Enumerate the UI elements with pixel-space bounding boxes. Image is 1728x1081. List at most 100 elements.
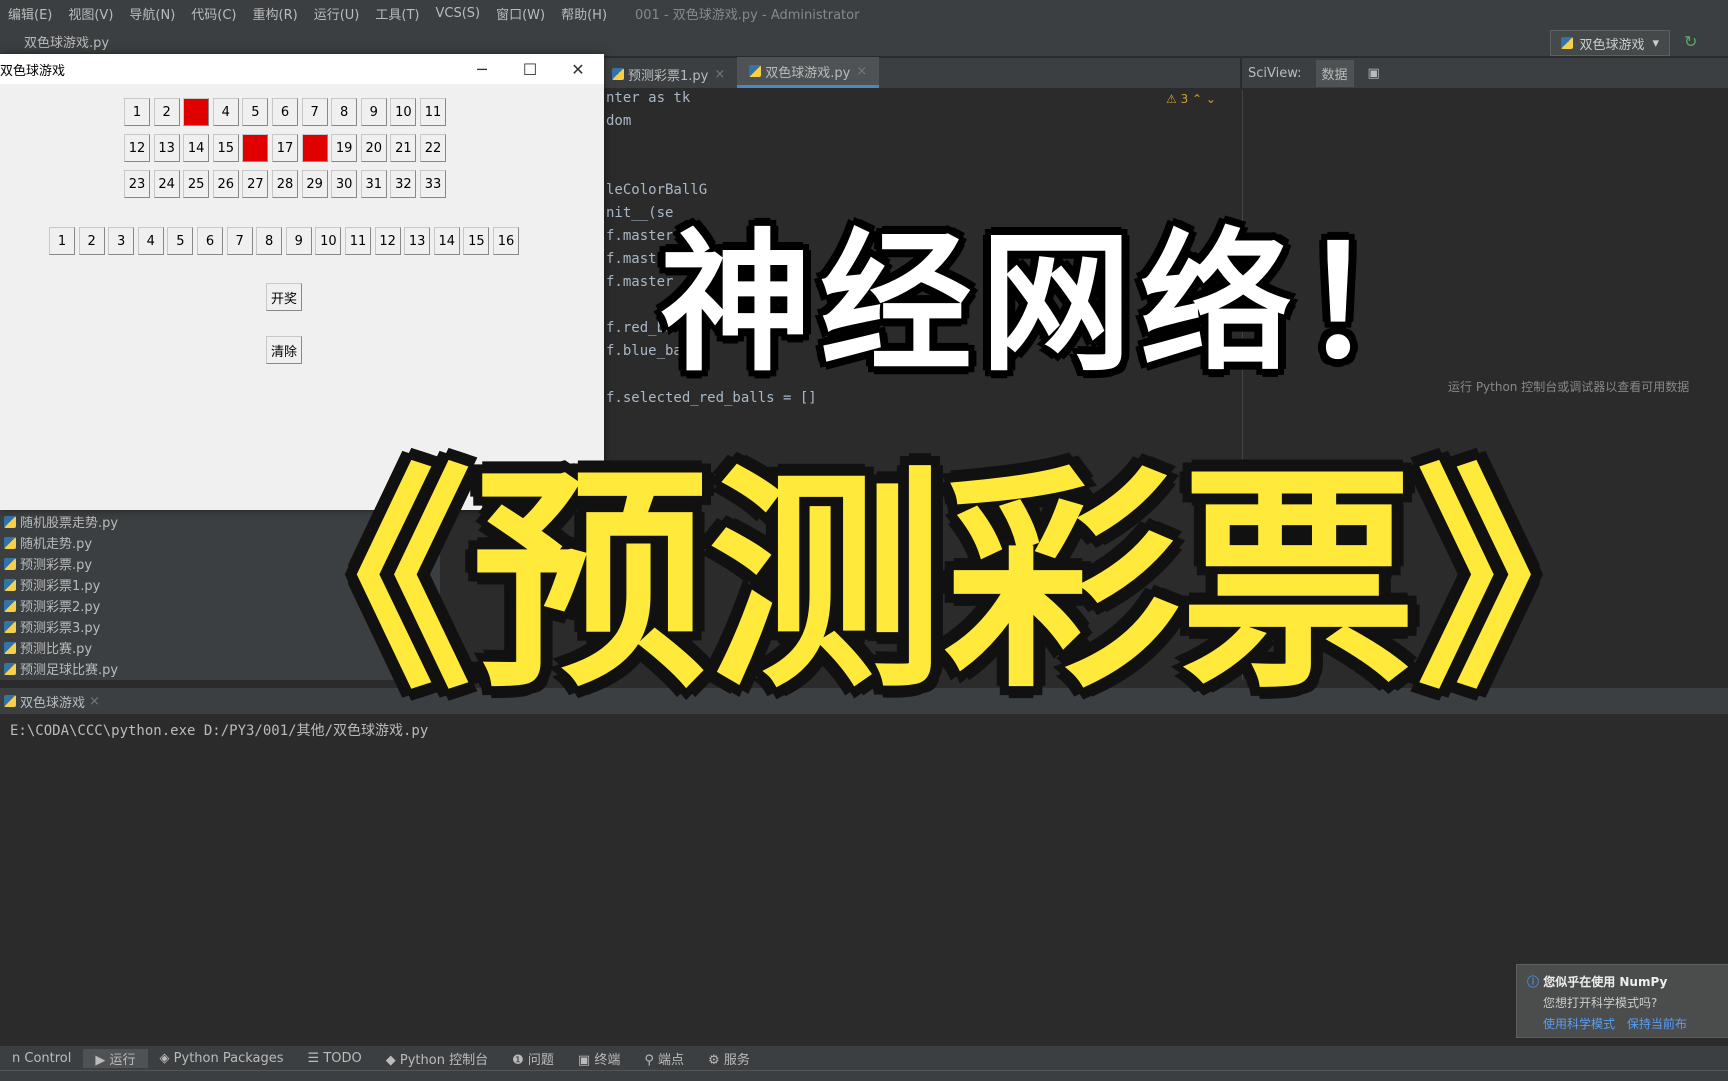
red-ball-button[interactable]: 16 bbox=[242, 134, 269, 162]
menu-run[interactable]: 运行(U) bbox=[306, 4, 368, 23]
tool-python-packages[interactable]: ◈ Python Packages bbox=[148, 1051, 296, 1066]
tool-services[interactable]: ⚙ 服务 bbox=[696, 1049, 762, 1068]
red-ball-button[interactable]: 18 bbox=[301, 134, 328, 162]
blue-ball-button[interactable]: 2 bbox=[78, 227, 105, 255]
red-ball-button[interactable]: 8 bbox=[331, 98, 358, 126]
draw-button[interactable]: 开奖 bbox=[266, 283, 302, 311]
blue-ball-button[interactable]: 16 bbox=[493, 227, 519, 255]
blue-ball-button[interactable]: 4 bbox=[137, 227, 164, 255]
file-item[interactable]: 预测彩票3.py bbox=[4, 617, 100, 636]
tab-predict-lottery-1[interactable]: 预测彩票1.py × bbox=[600, 60, 737, 88]
red-ball-button[interactable]: 25 bbox=[183, 170, 210, 198]
red-ball-button[interactable]: 1 bbox=[124, 98, 150, 126]
blue-ball-button[interactable]: 12 bbox=[374, 227, 401, 255]
blue-ball-button[interactable]: 7 bbox=[226, 227, 253, 255]
maximize-icon[interactable]: ☐ bbox=[508, 54, 552, 84]
image-icon[interactable]: ▣ bbox=[1368, 66, 1380, 81]
breadcrumb[interactable]: 双色球游戏.py bbox=[24, 32, 109, 51]
red-ball-button[interactable]: 27 bbox=[242, 170, 269, 198]
blue-ball-button[interactable]: 13 bbox=[404, 227, 431, 255]
red-ball-button[interactable]: 26 bbox=[212, 170, 239, 198]
run-console[interactable] bbox=[0, 714, 1728, 1044]
menu-navigate[interactable]: 导航(N) bbox=[121, 4, 183, 23]
blue-ball-button[interactable]: 15 bbox=[463, 227, 490, 255]
file-item[interactable]: 预测彩票2.py bbox=[4, 596, 100, 615]
file-item[interactable]: 预测彩票.py bbox=[4, 554, 92, 573]
file-item[interactable]: 预测彩票1.py bbox=[4, 575, 100, 594]
blue-ball-button[interactable]: 1 bbox=[49, 227, 75, 255]
tab-double-color-ball[interactable]: 双色球游戏.py × bbox=[737, 57, 880, 88]
tool-python-console[interactable]: ◆ Python 控制台 bbox=[374, 1049, 500, 1068]
run-config-selector[interactable]: 双色球游戏 ▾ bbox=[1550, 30, 1670, 56]
red-ball-button[interactable]: 3 bbox=[183, 98, 210, 126]
blue-ball-button[interactable]: 8 bbox=[256, 227, 283, 255]
red-ball-button[interactable]: 24 bbox=[153, 170, 180, 198]
tool-run[interactable]: ▶ 运行 bbox=[83, 1048, 148, 1068]
menu-window[interactable]: 窗口(W) bbox=[488, 4, 553, 23]
red-ball-button[interactable]: 33 bbox=[420, 170, 446, 198]
tab-data[interactable]: 数据 bbox=[1315, 59, 1354, 87]
red-ball-button[interactable]: 12 bbox=[124, 134, 150, 162]
red-ball-button[interactable]: 4 bbox=[212, 98, 239, 126]
red-ball-button[interactable]: 22 bbox=[420, 134, 446, 162]
tool-problems[interactable]: ❶ 问题 bbox=[500, 1049, 566, 1068]
red-ball-button[interactable]: 9 bbox=[360, 98, 387, 126]
red-ball-button[interactable]: 5 bbox=[242, 98, 269, 126]
blue-ball-button[interactable]: 9 bbox=[285, 227, 312, 255]
close-icon[interactable]: × bbox=[856, 64, 867, 79]
red-ball-button[interactable]: 14 bbox=[183, 134, 210, 162]
red-ball-button[interactable]: 15 bbox=[212, 134, 239, 162]
tool-terminal[interactable]: ▣ 终端 bbox=[566, 1049, 632, 1068]
tab-label: 双色球游戏.py bbox=[765, 65, 851, 81]
rerun-icon[interactable]: ↻ bbox=[1684, 32, 1704, 52]
file-item[interactable]: 预测比赛.py bbox=[4, 638, 92, 657]
file-item[interactable]: 随机股票走势.py bbox=[4, 512, 118, 531]
keep-layout-link[interactable]: 保持当前布 bbox=[1627, 1017, 1687, 1031]
file-label: 预测彩票.py bbox=[20, 558, 93, 573]
use-sci-mode-link[interactable]: 使用科学模式 bbox=[1543, 1017, 1615, 1031]
blue-ball-button[interactable]: 10 bbox=[315, 227, 342, 255]
red-ball-button[interactable]: 7 bbox=[301, 98, 328, 126]
red-ball-button[interactable]: 10 bbox=[390, 98, 417, 126]
menu-view[interactable]: 视图(V) bbox=[60, 4, 121, 23]
menu-edit[interactable]: 编辑(E) bbox=[0, 4, 60, 23]
menu-code[interactable]: 代码(C) bbox=[183, 4, 244, 23]
clear-button[interactable]: 清除 bbox=[266, 336, 302, 364]
blue-ball-button[interactable]: 6 bbox=[197, 227, 223, 255]
close-icon[interactable]: × bbox=[714, 67, 725, 82]
red-ball-button[interactable]: 11 bbox=[420, 98, 446, 126]
red-ball-button[interactable]: 20 bbox=[360, 134, 387, 162]
red-ball-button[interactable]: 23 bbox=[124, 170, 150, 198]
tool-version-control[interactable]: n Control bbox=[0, 1051, 83, 1066]
python-icon bbox=[4, 662, 16, 675]
file-item[interactable]: 随机走势.py bbox=[4, 533, 92, 552]
blue-ball-button[interactable]: 11 bbox=[345, 227, 371, 255]
red-ball-button[interactable]: 28 bbox=[272, 170, 298, 198]
menu-vcs[interactable]: VCS(S) bbox=[427, 6, 488, 21]
close-icon[interactable]: × bbox=[89, 694, 100, 709]
menu-tools[interactable]: 工具(T) bbox=[367, 4, 427, 23]
blue-ball-button[interactable]: 14 bbox=[433, 227, 460, 255]
warning-indicator[interactable]: ⚠ 3 ⌃ ⌄ bbox=[1166, 92, 1216, 106]
red-ball-button[interactable]: 19 bbox=[331, 134, 358, 162]
blue-ball-button[interactable]: 5 bbox=[167, 227, 194, 255]
tool-endpoints[interactable]: ⚲ 端点 bbox=[632, 1049, 696, 1068]
red-ball-button[interactable]: 29 bbox=[301, 170, 328, 198]
tool-todo[interactable]: ☰ TODO bbox=[296, 1051, 374, 1066]
overlay-headline: 神经网络！ bbox=[660, 215, 1460, 392]
red-ball-button[interactable]: 21 bbox=[390, 134, 417, 162]
file-item[interactable]: 预测足球比赛.py bbox=[4, 659, 118, 678]
red-ball-button[interactable]: 31 bbox=[360, 170, 387, 198]
red-ball-button[interactable]: 6 bbox=[272, 98, 298, 126]
close-icon[interactable]: ✕ bbox=[556, 54, 600, 84]
red-ball-button[interactable]: 13 bbox=[153, 134, 180, 162]
red-ball-button[interactable]: 17 bbox=[272, 134, 298, 162]
run-tab[interactable]: 双色球游戏 × bbox=[4, 692, 100, 711]
red-ball-button[interactable]: 30 bbox=[331, 170, 358, 198]
blue-ball-button[interactable]: 3 bbox=[108, 227, 135, 255]
red-ball-button[interactable]: 32 bbox=[390, 170, 417, 198]
red-ball-button[interactable]: 2 bbox=[153, 98, 180, 126]
menu-refactor[interactable]: 重构(R) bbox=[245, 4, 306, 23]
minimize-icon[interactable]: ─ bbox=[460, 54, 504, 84]
menu-help[interactable]: 帮助(H) bbox=[553, 4, 615, 23]
